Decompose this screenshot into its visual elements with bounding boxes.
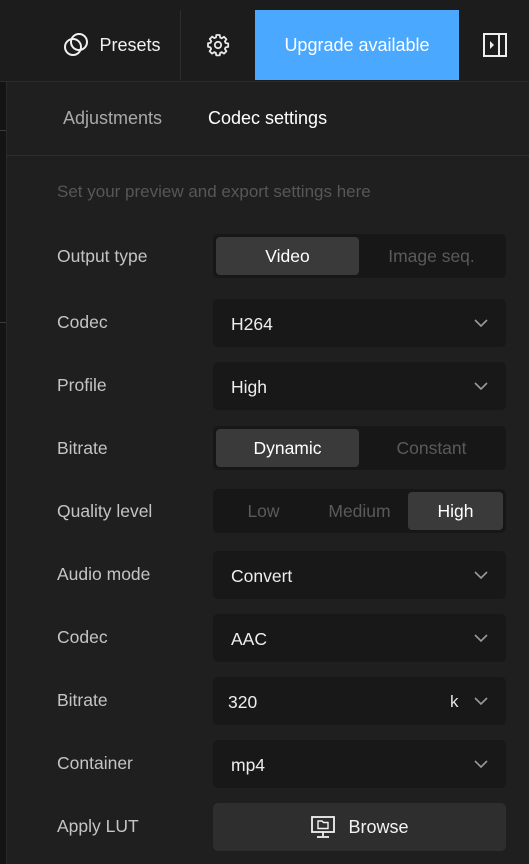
codec-settings-panel: Adjustments Codec settings Set your prev… (7, 82, 529, 864)
gear-icon (206, 34, 229, 57)
audio-mode-value: Convert (231, 566, 293, 586)
tab-adjustments[interactable]: Adjustments (63, 108, 162, 129)
container-dropdown[interactable]: mp4 (213, 740, 506, 788)
top-toolbar: Presets Upgrade available (0, 0, 529, 82)
panel-hint: Set your preview and export settings her… (57, 182, 371, 201)
audio-bitrate-combobox[interactable]: 320 k (213, 677, 506, 725)
presets-icon (64, 33, 89, 56)
output-type-image-seq-option[interactable]: Image seq. (360, 237, 503, 275)
upgrade-label: Upgrade available (284, 34, 430, 55)
bitrate-constant-option[interactable]: Constant (360, 429, 503, 467)
edge-divider (0, 322, 6, 323)
panel-toggle-button[interactable] (460, 10, 529, 80)
settings-button[interactable] (181, 10, 254, 80)
bitrate-mode-label: Bitrate (57, 438, 108, 458)
chevron-down-icon (474, 697, 488, 706)
audio-codec-value: AAC (231, 629, 267, 649)
chevron-down-icon (474, 571, 488, 580)
quality-high-option[interactable]: High (408, 492, 503, 530)
browse-monitor-icon (311, 816, 336, 838)
tab-codec-settings[interactable]: Codec settings (208, 108, 327, 129)
container-label: Container (57, 753, 133, 773)
output-type-label: Output type (57, 246, 148, 266)
codec-value: H264 (231, 314, 273, 334)
chevron-down-icon (474, 634, 488, 643)
codec-label: Codec (57, 312, 108, 332)
browse-lut-button[interactable]: Browse (213, 803, 506, 851)
browse-label: Browse (348, 816, 409, 837)
profile-dropdown[interactable]: High (213, 362, 506, 410)
audio-codec-dropdown[interactable]: AAC (213, 614, 506, 662)
chevron-down-icon (474, 382, 488, 391)
left-panel-edge (0, 82, 7, 864)
bitrate-mode-segmented: Dynamic Constant (213, 426, 506, 470)
container-value: mp4 (231, 755, 266, 775)
quality-level-segmented: Low Medium High (213, 489, 506, 533)
audio-mode-label: Audio mode (57, 564, 151, 584)
audio-bitrate-value[interactable]: 320 (228, 692, 257, 713)
chevron-down-icon (474, 760, 488, 769)
panel-toggle-icon (482, 33, 507, 57)
apply-lut-label: Apply LUT (57, 816, 139, 836)
profile-label: Profile (57, 375, 107, 395)
panel-tabs: Adjustments Codec settings (7, 82, 529, 156)
chevron-down-icon (474, 319, 488, 328)
presets-label: Presets (99, 34, 161, 55)
audio-codec-label: Codec (57, 627, 108, 647)
profile-value: High (231, 377, 267, 397)
presets-button[interactable]: Presets (44, 10, 180, 80)
audio-mode-dropdown[interactable]: Convert (213, 551, 506, 599)
bitrate-dynamic-option[interactable]: Dynamic (216, 429, 359, 467)
edge-divider (0, 130, 6, 131)
upgrade-button[interactable]: Upgrade available (255, 10, 459, 80)
quality-medium-option[interactable]: Medium (312, 492, 407, 530)
quality-low-option[interactable]: Low (216, 492, 311, 530)
output-type-video-option[interactable]: Video (216, 237, 359, 275)
codec-dropdown[interactable]: H264 (213, 299, 506, 347)
output-type-segmented: Video Image seq. (213, 234, 506, 278)
audio-bitrate-unit: k (450, 692, 459, 711)
quality-level-label: Quality level (57, 501, 153, 521)
audio-bitrate-label: Bitrate (57, 690, 108, 710)
